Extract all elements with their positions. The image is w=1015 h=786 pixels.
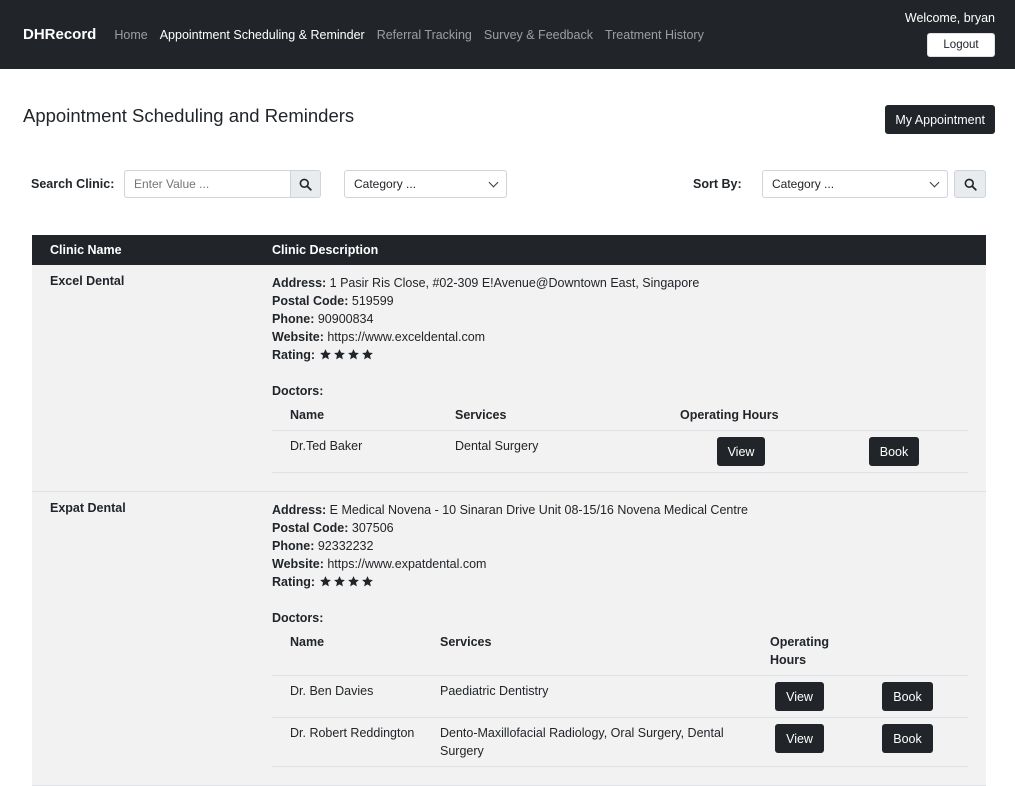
book-button[interactable]: Book xyxy=(868,437,920,466)
star-icon xyxy=(361,576,373,587)
website-value: https://www.expatdental.com xyxy=(327,557,487,571)
star-icon xyxy=(347,576,359,587)
search-button[interactable] xyxy=(290,170,321,198)
sort-by-label: Sort By: xyxy=(693,177,742,191)
view-hours-button[interactable]: View xyxy=(775,682,824,711)
col-services: Services xyxy=(455,408,507,422)
phone-value: 92332232 xyxy=(317,539,374,553)
rating-stars xyxy=(319,575,374,588)
website-label: Website: xyxy=(272,330,324,344)
sort-select[interactable]: Category ... xyxy=(762,170,948,198)
sort-search-button[interactable] xyxy=(954,170,986,198)
page-title: Appointment Scheduling and Reminders xyxy=(23,105,355,126)
page-header: Appointment Scheduling and Reminders My … xyxy=(0,69,1015,159)
doctor-row: Dr.Ted Baker Dental Surgery View Book xyxy=(272,430,968,473)
postal-label: Postal Code: xyxy=(272,521,349,535)
my-appointment-button[interactable]: My Appointment xyxy=(885,105,995,134)
address-value: E Medical Novena - 10 Sinaran Drive Unit… xyxy=(329,503,748,517)
clinic-name: Expat Dental xyxy=(50,501,126,515)
clinic-table: Clinic Name Clinic Description Excel Den… xyxy=(32,235,986,786)
search-input[interactable] xyxy=(124,170,290,198)
clinic-description: Address: 1 Pasir Ris Close, #02-309 E!Av… xyxy=(272,265,986,491)
phone-label: Phone: xyxy=(272,539,315,553)
address-value: 1 Pasir Ris Close, #02-309 E!Avenue@Down… xyxy=(329,276,700,290)
search-clinic-label: Search Clinic: xyxy=(31,177,115,191)
view-hours-button[interactable]: View xyxy=(716,437,766,466)
rating-stars xyxy=(319,348,374,361)
doctor-services: Dento-Maxillofacial Radiology, Oral Surg… xyxy=(422,717,752,767)
col-clinic-description: Clinic Description xyxy=(272,243,379,257)
postal-label: Postal Code: xyxy=(272,294,349,308)
star-icon xyxy=(347,349,359,360)
postal-value: 307506 xyxy=(351,521,394,535)
address-label: Address: xyxy=(272,276,327,290)
user-area: Welcome, bryan Logout xyxy=(905,11,995,57)
nav-link-treatment[interactable]: Treatment History xyxy=(605,28,704,42)
phone-value: 90900834 xyxy=(317,312,374,326)
clinic-name: Excel Dental xyxy=(50,274,125,288)
col-operating-hours: Operating Hours xyxy=(770,635,830,667)
col-operating-hours: Operating Hours xyxy=(680,408,779,422)
doctors-label: Doctors: xyxy=(272,384,324,398)
doctor-name: Dr. Robert Reddington xyxy=(272,717,422,767)
category-select[interactable]: Category ... xyxy=(344,170,507,198)
col-services: Services xyxy=(440,635,492,649)
logout-button[interactable]: Logout xyxy=(927,33,995,57)
rating-label: Rating: xyxy=(272,348,316,362)
view-hours-button[interactable]: View xyxy=(775,724,824,753)
doctor-name: Dr.Ted Baker xyxy=(272,430,437,473)
doctor-name: Dr. Ben Davies xyxy=(272,675,422,718)
book-button[interactable]: Book xyxy=(882,682,933,711)
category-select-value: Category ... xyxy=(354,177,417,191)
star-icon xyxy=(361,349,373,360)
website-label: Website: xyxy=(272,557,324,571)
doctor-row: Dr. Ben Davies Paediatric Dentistry View… xyxy=(272,675,968,718)
col-doctor-name: Name xyxy=(290,635,325,649)
doctor-services: Paediatric Dentistry xyxy=(422,675,752,718)
nav-link-referral[interactable]: Referral Tracking xyxy=(377,28,472,42)
book-button[interactable]: Book xyxy=(882,724,933,753)
star-icon xyxy=(333,576,345,587)
doctors-table: Name Services Operating Hours Dr. Ben Da… xyxy=(272,633,968,767)
col-clinic-name: Clinic Name xyxy=(50,243,122,257)
search-icon xyxy=(964,178,977,191)
col-doctor-name: Name xyxy=(290,408,325,422)
doctors-table: Name Services Operating Hours Dr.Ted Bak… xyxy=(272,406,968,473)
sort-select-value: Category ... xyxy=(772,177,835,191)
chevron-down-icon xyxy=(929,177,940,187)
phone-label: Phone: xyxy=(272,312,315,326)
clinic-description: Address: E Medical Novena - 10 Sinaran D… xyxy=(272,492,986,785)
star-icon xyxy=(319,576,331,587)
doctor-services: Dental Surgery xyxy=(437,430,662,473)
doctors-label: Doctors: xyxy=(272,611,324,625)
nav-link-home[interactable]: Home xyxy=(114,28,147,42)
chevron-down-icon xyxy=(488,177,499,187)
search-icon xyxy=(299,178,312,191)
brand-logo[interactable]: DHRecord xyxy=(23,26,96,43)
nav-link-appointment[interactable]: Appointment Scheduling & Reminder xyxy=(160,28,365,42)
table-header: Clinic Name Clinic Description xyxy=(32,235,986,265)
filter-bar: Search Clinic: Category ... Sort By: Cat… xyxy=(0,159,1015,235)
welcome-text: Welcome, bryan xyxy=(904,11,995,25)
top-navbar: DHRecord Home Appointment Scheduling & R… xyxy=(0,0,1015,69)
postal-value: 519599 xyxy=(351,294,394,308)
doctor-row: Dr. Robert Reddington Dento-Maxillofacia… xyxy=(272,717,968,767)
search-group xyxy=(124,170,321,198)
nav-link-survey[interactable]: Survey & Feedback xyxy=(484,28,593,42)
star-icon xyxy=(333,349,345,360)
address-label: Address: xyxy=(272,503,327,517)
table-row: Expat Dental Address: E Medical Novena -… xyxy=(32,492,986,786)
nav-links: Home Appointment Scheduling & Reminder R… xyxy=(114,28,703,42)
table-row: Excel Dental Address: 1 Pasir Ris Close,… xyxy=(32,265,986,492)
star-icon xyxy=(319,349,331,360)
rating-label: Rating: xyxy=(272,575,316,589)
website-value: https://www.exceldental.com xyxy=(327,330,486,344)
